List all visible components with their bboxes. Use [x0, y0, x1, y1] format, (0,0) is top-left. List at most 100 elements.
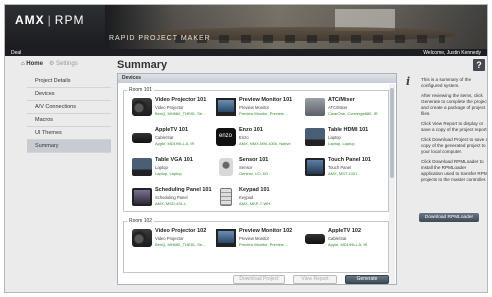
device-model: BenQ, MH680_THE81, Se... [155, 111, 206, 116]
help-paragraph: Click View Report to display or save a c… [421, 121, 488, 132]
scrollbar[interactable] [389, 84, 395, 284]
device-name: Sensor 101 [239, 157, 269, 163]
laptop-icon [132, 158, 152, 176]
device-card[interactable]: ATC/Mixer ATC/Mixer ClearOne, Converge880,… [305, 96, 389, 122]
help-paragraph: This is a summary of the configured syst… [421, 77, 472, 88]
device-card[interactable]: Table HDMI 101 Laptop Laptop, Laptop [305, 126, 389, 152]
device-card[interactable]: AppleTV 101 Cable/Sat Apple, MD199LL A, IR [132, 126, 216, 152]
device-card[interactable]: AppleTV 102 Cable/Sat Apple, MD199LL A, IR [305, 227, 389, 253]
help-paragraph: Click Download RPMLoader to install the … [421, 159, 488, 182]
app-logo: AMX | RPM [15, 13, 85, 27]
devices-panel: Devices Room 101 Video Projector 101 Video… [117, 73, 397, 285]
keypad-icon [220, 188, 232, 206]
device-name: Preview Monitor 102 [239, 228, 293, 234]
device-type: Cable/Sat [155, 135, 174, 140]
device-model: AMX, MSD-431-L [155, 201, 187, 206]
device-card[interactable]: Table VGA 101 Laptop Laptop, Laptop [132, 156, 216, 182]
sidebar-item-ui-themes[interactable]: UI Themes [27, 127, 111, 140]
mixer-icon [305, 98, 325, 116]
device-name: Table VGA 101 [155, 157, 193, 163]
settings-link[interactable]: ⚙ Settings [49, 60, 78, 67]
device-type: Video Projector [155, 105, 184, 110]
projector-icon [132, 98, 152, 116]
device-name: Enzo 101 [239, 127, 263, 133]
sidebar-item-macros[interactable]: Macros [27, 114, 111, 127]
device-name: Keypad 101 [239, 187, 270, 193]
device-card[interactable]: Video Projector 101 Video Projector BenQ, … [132, 96, 216, 122]
device-card[interactable]: Touch Panel 101 Touch Panel AMX, MST-1001 [305, 156, 389, 182]
info-icon: i [406, 75, 411, 88]
scheduling-panel-icon [132, 188, 152, 206]
projector-icon [132, 229, 152, 247]
top-nav: ⌂ Home ⚙ Settings [21, 60, 78, 68]
monitor-icon [216, 98, 236, 116]
appletv-icon [132, 133, 152, 143]
gear-icon: ⚙ [48, 61, 55, 67]
help-text: This is a summary of the configured syst… [421, 77, 488, 187]
device-type: Scheduling Panel [155, 195, 188, 200]
device-type: Preview Monitor [239, 105, 270, 110]
device-model: AMX, NMX-MM-1000, Native [239, 141, 291, 146]
device-model: AMX, MST-1001 [328, 171, 358, 176]
app-subtitle: RAPID PROJECT MAKER [109, 35, 211, 42]
device-type: Video Projector [155, 236, 184, 241]
device-card[interactable]: Video Projector 102 Video Projector BenQ, … [132, 227, 216, 253]
device-card[interactable]: Preview Monitor 102 Preview Monitor Previe… [216, 227, 300, 253]
help-paragraph: After reviewing the items, click Generat… [421, 93, 488, 116]
welcome-text: Welcome, Justin Kennedy [423, 50, 481, 56]
sensor-icon [219, 158, 233, 176]
device-name: Video Projector 101 [155, 97, 207, 103]
device-type: Laptop [155, 165, 168, 170]
monitor-icon [216, 229, 236, 247]
enzo-icon: enzo [216, 128, 236, 146]
device-name: Scheduling Panel 101 [155, 187, 212, 193]
sidebar-item-av-connections[interactable]: A/V Connections [27, 101, 111, 114]
help-paragraph: Click Download Project to save a copy of… [421, 137, 488, 154]
page-title: Summary [117, 59, 168, 71]
home-icon: ⌂ [21, 60, 25, 67]
download-project-button[interactable]: Download Project [233, 275, 285, 284]
device-type: ATC/Mixer [328, 105, 348, 110]
user-left-label: Deal [11, 50, 22, 56]
device-name: AppleTV 102 [328, 228, 362, 234]
help-icon[interactable]: ? [473, 59, 485, 71]
device-model: BenQ, MH680_THE81, Se... [155, 242, 206, 247]
app-window: AMX | RPM RAPID PROJECT MAKER Deal Welcome… [4, 4, 488, 293]
device-model: Generic, I/O, I/O [239, 171, 269, 176]
device-name: Preview Monitor 101 [239, 97, 293, 103]
device-model: Laptop, Laptop [328, 141, 355, 146]
user-bar [5, 49, 487, 56]
device-name: AppleTV 101 [155, 127, 189, 133]
sidebar-item-project-details[interactable]: Project Details [27, 75, 111, 88]
appletv-icon [305, 234, 325, 244]
device-model: AMX, MKP-7-WH [239, 201, 271, 206]
sidebar-item-devices[interactable]: Devices [27, 88, 111, 101]
device-card[interactable]: Keypad 101 Keypad AMX, MKP-7-WH [216, 186, 300, 212]
room-label: Room 102 [127, 218, 155, 224]
generate-button[interactable]: Generate [345, 275, 389, 284]
scrollbar-thumb[interactable] [390, 88, 394, 178]
laptop-icon [305, 128, 325, 146]
home-link[interactable]: ⌂ Home [21, 61, 43, 67]
device-model: Preview Monitor, Preview ... [239, 242, 289, 247]
view-report-button[interactable]: View Report [293, 275, 337, 284]
device-card[interactable]: Scheduling Panel 101 Scheduling Panel AMX,… [132, 186, 216, 212]
device-card[interactable]: Sensor 101 Sensor Generic, I/O, I/O [216, 156, 300, 182]
room-label: Room 101 [127, 87, 155, 93]
device-model: ClearOne, Converge880, IR [328, 111, 378, 116]
device-name: ATC/Mixer [328, 97, 355, 103]
device-model: Laptop, Laptop [155, 171, 182, 176]
sidebar: Project Details Devices A/V Connections … [27, 75, 111, 153]
sidebar-item-summary[interactable]: Summary [27, 140, 111, 153]
header-banner: AMX | RPM RAPID PROJECT MAKER [5, 5, 487, 49]
device-type: Cable/Sat [328, 236, 347, 241]
download-rpmloader-button[interactable]: Download RPMLoader [419, 213, 479, 222]
device-model: Preview Monitor, Preview ... [239, 111, 289, 116]
device-card[interactable]: Preview Monitor 101 Preview Monitor Previe… [216, 96, 300, 122]
device-model: Apple, MD199LL A, IR [155, 141, 195, 146]
room-group: Room 101 Video Projector 101 Video Project… [123, 87, 389, 212]
device-type: Sensor [239, 165, 253, 170]
device-type: Enzo [239, 135, 249, 140]
device-type: Touch Panel [328, 165, 352, 170]
device-card[interactable]: enzo Enzo 101 Enzo AMX, NMX-MM-1000, Native [216, 126, 300, 152]
